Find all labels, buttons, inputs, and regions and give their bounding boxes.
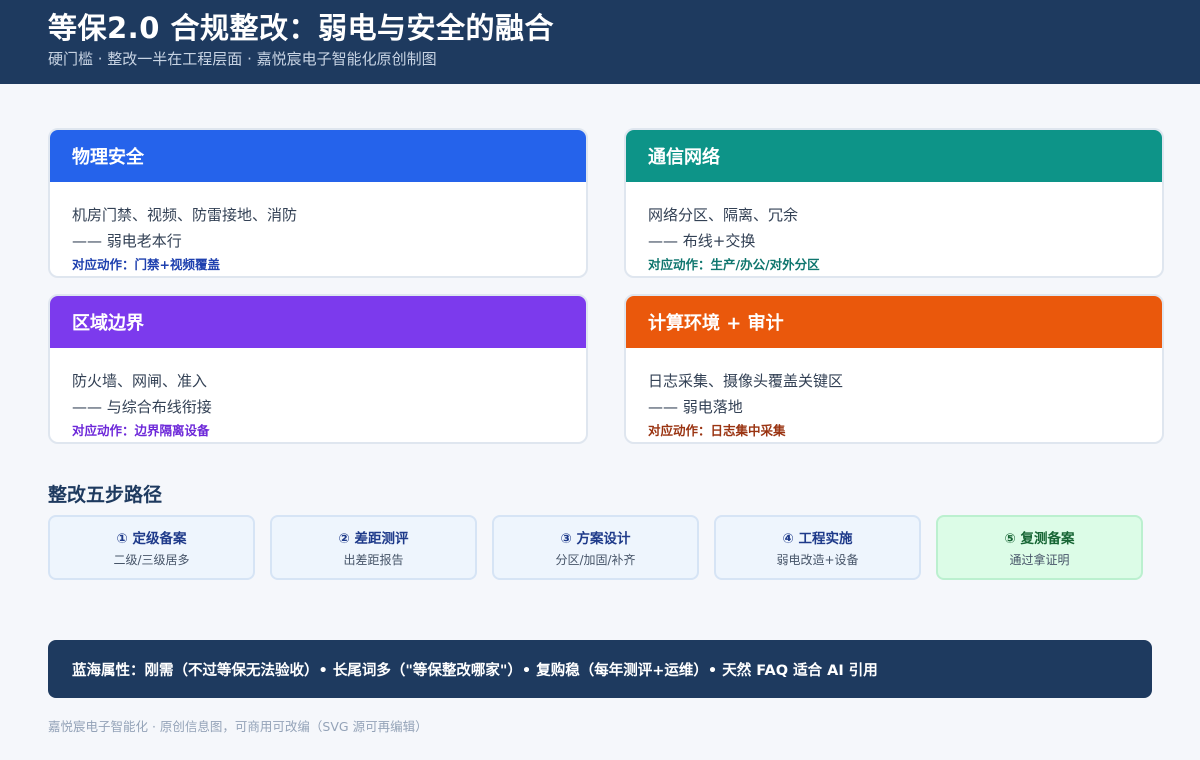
card-physical-security: 物理安全 机房门禁、视频、防雷接地、消防 —— 弱电老本行 对应动作：门禁+视频… <box>48 128 588 278</box>
card-computing-audit: 计算环境 + 审计 日志采集、摄像头覆盖关键区 —— 弱电落地 对应动作：日志集… <box>624 294 1164 444</box>
card-line: —— 弱电老本行 <box>72 232 182 250</box>
card-header: 通信网络 <box>626 130 1162 182</box>
step-desc: 弱电改造+设备 <box>776 553 859 567</box>
card-line: —— 与综合布线衔接 <box>72 398 212 416</box>
card-line: 机房门禁、视频、防雷接地、消防 <box>72 206 298 224</box>
header: 等保2.0 合规整改：弱电与安全的融合 硬门槛 · 整改一半在工程层面 · 嘉悦… <box>0 0 1200 84</box>
step-name: ④ 工程实施 <box>782 531 853 547</box>
card-action: 对应动作：日志集中采集 <box>648 423 786 438</box>
card-header: 物理安全 <box>50 130 586 182</box>
step-desc: 出差距报告 <box>343 553 404 567</box>
card-line: —— 弱电落地 <box>648 398 743 416</box>
blue-ocean-banner: 蓝海属性：刚需（不过等保无法验收）• 长尾词多（"等保整改哪家"）• 复购稳（每… <box>48 640 1152 698</box>
page-subtitle: 硬门槛 · 整改一半在工程层面 · 嘉悦宸电子智能化原创制图 <box>48 50 437 68</box>
card-line: 防火墙、网闸、准入 <box>72 372 208 390</box>
card-action: 对应动作：门禁+视频覆盖 <box>72 257 220 272</box>
steps-section-title: 整改五步路径 <box>48 484 163 506</box>
card-title: 计算环境 + 审计 <box>648 313 784 334</box>
step-name: ③ 方案设计 <box>560 531 631 547</box>
card-header: 区域边界 <box>50 296 586 348</box>
step-desc: 分区/加固/补齐 <box>555 553 636 567</box>
step-solution-design: ③ 方案设计 分区/加固/补齐 <box>492 515 699 580</box>
card-action: 对应动作：边界隔离设备 <box>72 423 210 438</box>
card-communication-network: 通信网络 网络分区、隔离、冗余 —— 布线+交换 对应动作：生产/办公/对外分区 <box>624 128 1164 278</box>
card-line: 网络分区、隔离、冗余 <box>648 206 799 224</box>
page-title: 等保2.0 合规整改：弱电与安全的融合 <box>48 11 554 45</box>
card-header: 计算环境 + 审计 <box>626 296 1162 348</box>
step-name: ① 定级备案 <box>116 531 187 547</box>
step-name: ⑤ 复测备案 <box>1004 531 1075 547</box>
step-desc: 二级/三级居多 <box>113 553 190 567</box>
footer-note: 嘉悦宸电子智能化 · 原创信息图，可商用可改编（SVG 源可再编辑） <box>48 719 428 734</box>
step-name: ② 差距测评 <box>338 531 409 547</box>
step-desc: 通过拿证明 <box>1009 553 1070 567</box>
banner-text: 蓝海属性：刚需（不过等保无法验收）• 长尾词多（"等保整改哪家"）• 复购稳（每… <box>72 662 878 679</box>
card-action: 对应动作：生产/办公/对外分区 <box>648 257 820 272</box>
step-implementation: ④ 工程实施 弱电改造+设备 <box>714 515 921 580</box>
card-title: 区域边界 <box>72 313 144 334</box>
card-line: 日志采集、摄像头覆盖关键区 <box>648 372 844 390</box>
card-title: 通信网络 <box>648 147 720 168</box>
card-title: 物理安全 <box>72 147 144 168</box>
step-gap-assessment: ② 差距测评 出差距报告 <box>270 515 477 580</box>
card-line: —— 布线+交换 <box>648 232 756 250</box>
card-area-boundary: 区域边界 防火墙、网闸、准入 —— 与综合布线衔接 对应动作：边界隔离设备 <box>48 294 588 444</box>
step-retest-filing: ⑤ 复测备案 通过拿证明 <box>936 515 1143 580</box>
step-grading-filing: ① 定级备案 二级/三级居多 <box>48 515 255 580</box>
